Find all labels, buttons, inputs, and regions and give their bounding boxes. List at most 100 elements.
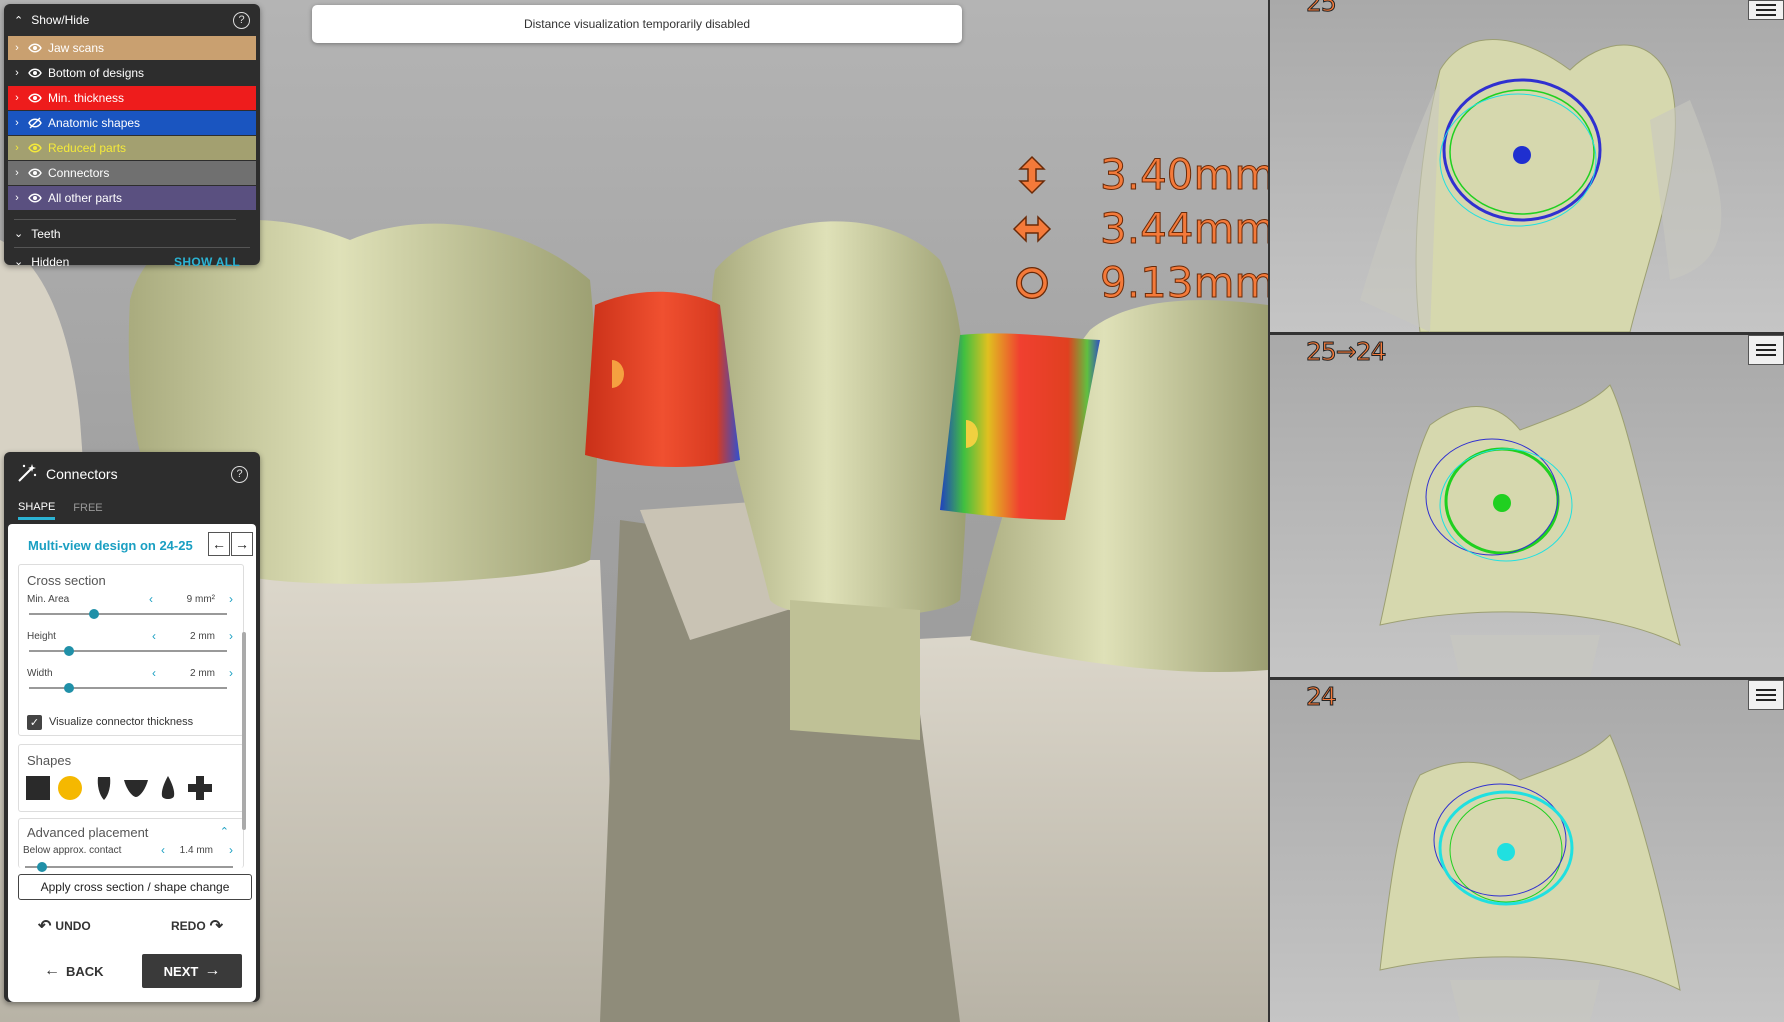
circle-shape-icon[interactable]	[57, 775, 83, 801]
view-tooth-25-24[interactable]: 25→24	[1268, 335, 1784, 677]
chevron-down-icon[interactable]: ⌄	[14, 255, 23, 268]
increase-arrow-icon[interactable]: ›	[229, 843, 233, 857]
view-tooth-24[interactable]: 24	[1268, 680, 1784, 1022]
view-menu-icon[interactable]	[1748, 335, 1784, 365]
redo-button[interactable]: REDO ↷	[171, 916, 223, 936]
increase-arrow-icon[interactable]: ›	[229, 666, 233, 680]
tab-shape[interactable]: SHAPE	[18, 496, 56, 520]
eye-off-icon[interactable]	[26, 114, 44, 132]
layer-row[interactable]: › Bottom of designs	[8, 61, 256, 85]
view-menu-icon[interactable]	[1748, 680, 1784, 710]
bullet-shape-icon[interactable]	[91, 775, 117, 801]
connectors-title: Connectors	[46, 466, 118, 482]
visualize-thickness-label: Visualize connector thickness	[49, 716, 194, 728]
layer-row[interactable]: › Anatomic shapes	[8, 111, 256, 135]
next-connector-button[interactable]: →	[231, 532, 253, 556]
layer-row[interactable]: › All other parts	[8, 186, 256, 210]
layer-row[interactable]: › Connectors	[8, 161, 256, 185]
measurement-value: 3.40mm	[1099, 150, 1268, 200]
apply-cross-section-button[interactable]: Apply cross section / shape change	[18, 874, 252, 900]
layer-label: Bottom of designs	[48, 66, 145, 80]
magic-wand-icon	[16, 462, 38, 487]
view-label: 24	[1306, 682, 1338, 712]
chevron-right-icon[interactable]: ›	[8, 42, 26, 54]
layer-list: › Jaw scans › Bottom of designs › Min. thickn…	[4, 36, 260, 210]
slider-knob[interactable]	[89, 609, 100, 619]
shapes-card: Shapes	[18, 744, 244, 812]
next-button[interactable]: NEXT →	[142, 954, 242, 988]
param-label: Min. Area	[27, 594, 70, 605]
measurement-value: 9.13mm	[1099, 258, 1268, 308]
teeth-group[interactable]: ⌄ Teeth	[14, 219, 236, 247]
show-hide-header[interactable]: ⌃ Show/Hide ?	[4, 4, 260, 36]
tooth-view-render[interactable]	[1270, 335, 1784, 677]
chevron-right-icon[interactable]: ›	[8, 167, 26, 179]
chevron-up-icon[interactable]: ⌃	[14, 14, 23, 27]
square-shape-icon[interactable]	[25, 775, 51, 801]
drop-shape-icon[interactable]	[155, 775, 181, 801]
chevron-right-icon[interactable]: ›	[8, 192, 26, 204]
wedge-shape-icon[interactable]	[123, 775, 149, 801]
tooth-view-render[interactable]	[1270, 680, 1784, 1022]
slider-knob[interactable]	[63, 683, 74, 693]
increase-arrow-icon[interactable]: ›	[229, 629, 233, 643]
decrease-arrow-icon[interactable]: ‹	[152, 666, 156, 680]
tab-free[interactable]: FREE	[73, 496, 102, 520]
chevron-right-icon[interactable]: ›	[8, 92, 26, 104]
show-hide-title: Show/Hide	[31, 13, 90, 27]
view-menu-icon[interactable]	[1748, 0, 1784, 20]
cross-section-param: Min. Area ‹ 9 mm² ›	[19, 588, 243, 625]
decrease-arrow-icon[interactable]: ‹	[152, 629, 156, 643]
arrow-left-icon: ←	[44, 962, 60, 979]
eye-icon[interactable]	[26, 164, 44, 182]
layer-row[interactable]: › Reduced parts	[8, 136, 256, 160]
eye-icon[interactable]	[26, 39, 44, 57]
measurement-value: 3.44mm	[1099, 204, 1268, 254]
cross-shape-icon[interactable]	[187, 775, 213, 801]
increase-arrow-icon[interactable]: ›	[229, 592, 233, 606]
param-slider[interactable]	[29, 683, 227, 693]
chevron-up-icon[interactable]: ⌃	[220, 825, 229, 838]
eye-icon[interactable]	[26, 189, 44, 207]
undo-button[interactable]: ↶ UNDO	[38, 916, 91, 936]
tooth-view-render[interactable]	[1270, 0, 1784, 332]
layer-label: Min. thickness	[48, 91, 125, 105]
connector-tabs: SHAPE FREE	[4, 496, 260, 520]
param-slider[interactable]	[29, 646, 227, 656]
cross-section-param: Height ‹ 2 mm ›	[19, 625, 243, 662]
help-icon[interactable]: ?	[231, 465, 248, 483]
hidden-group[interactable]: ⌄ Hidden SHOW ALL	[14, 247, 250, 275]
cross-section-title: Cross section	[27, 573, 106, 588]
param-label: Below approx. contact	[23, 845, 122, 856]
layer-row[interactable]: › Min. thickness	[8, 86, 256, 110]
layer-row[interactable]: › Jaw scans	[8, 36, 256, 60]
layer-label: Anatomic shapes	[48, 116, 141, 130]
chevron-right-icon[interactable]: ›	[8, 67, 26, 79]
undo-label: UNDO	[55, 919, 91, 933]
vertical-arrow-icon	[1012, 153, 1052, 197]
slider-knob[interactable]	[63, 646, 74, 656]
teeth-group-label: Teeth	[31, 226, 61, 241]
back-button[interactable]: ← BACK	[44, 962, 104, 980]
chevron-down-icon[interactable]: ⌄	[14, 227, 23, 240]
chevron-right-icon[interactable]: ›	[8, 117, 26, 129]
param-slider[interactable]	[25, 862, 233, 872]
slider-knob[interactable]	[36, 862, 47, 872]
eye-icon[interactable]	[26, 64, 44, 82]
connectors-header: Connectors ?	[4, 452, 260, 496]
eye-icon[interactable]	[26, 139, 44, 157]
help-icon[interactable]: ?	[233, 11, 250, 29]
eye-icon[interactable]	[26, 89, 44, 107]
decrease-arrow-icon[interactable]: ‹	[149, 592, 153, 606]
advanced-placement-card: Advanced placement ⌃ Below approx. conta…	[18, 818, 244, 872]
show-all-button[interactable]: SHOW ALL	[174, 255, 240, 269]
redo-icon: ↷	[209, 918, 224, 935]
param-value: 1.4 mm	[179, 845, 213, 856]
previous-connector-button[interactable]: ←	[208, 532, 230, 556]
view-tooth-25[interactable]: 25	[1268, 0, 1784, 332]
chevron-right-icon[interactable]: ›	[8, 142, 26, 154]
horizontal-arrow-icon	[1012, 207, 1052, 251]
scrollbar[interactable]	[242, 632, 246, 830]
visualize-thickness-checkbox[interactable]: ✓	[27, 715, 42, 730]
param-slider[interactable]	[29, 609, 227, 619]
